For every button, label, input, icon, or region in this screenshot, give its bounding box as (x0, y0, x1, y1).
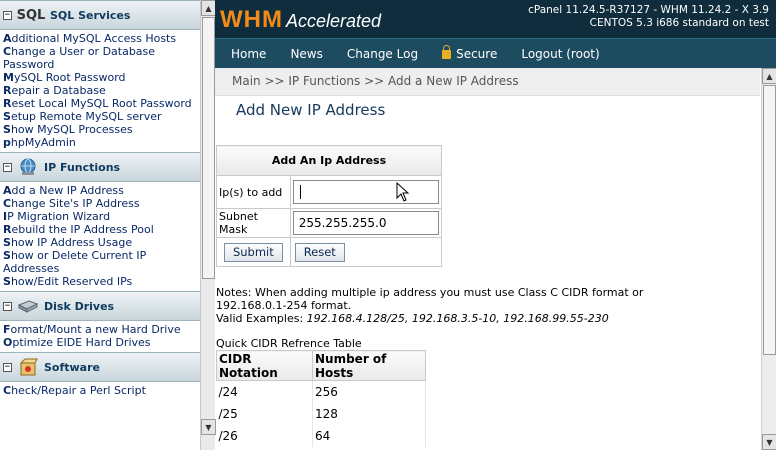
scrollbar-thumb[interactable] (202, 17, 215, 279)
nav-logout[interactable]: Logout (root) (521, 47, 599, 61)
ip-functions-links: Add a New IP Address Change Site's IP Ad… (0, 182, 200, 291)
table-cell: 128 (312, 402, 426, 425)
section-title: Software (44, 360, 100, 374)
sidebar-link[interactable]: Reset Local MySQL Root Password (3, 97, 200, 110)
subnet-input[interactable]: 255.255.255.0 (292, 211, 439, 235)
whm-logo: WHM Accelerated (220, 6, 382, 33)
notes-line: Notes: When adding multiple ip address y… (216, 286, 644, 299)
sidebar-link[interactable]: Rebuild the IP Address Pool (3, 223, 200, 236)
section-title: Disk Drives (44, 299, 115, 313)
collapse-icon[interactable]: − (3, 362, 12, 372)
table-row: /25 128 (216, 402, 426, 425)
section-header-software[interactable]: − Software (0, 352, 200, 382)
version-info: cPanel 11.24.5-R37127 - WHM 11.24.2 - X … (528, 4, 769, 30)
sidebar-link[interactable]: Show IP Address Usage (3, 236, 200, 249)
sidebar-link[interactable]: Setup Remote MySQL server (3, 110, 200, 123)
sidebar-link[interactable]: phpMyAdmin (3, 136, 200, 149)
sidebar-link[interactable]: Additional MySQL Access Hosts (3, 32, 200, 45)
sidebar-link[interactable]: Show or Delete Current IP Addresses (3, 249, 200, 275)
software-links: Check/Repair a Perl Script (0, 382, 200, 400)
collapse-icon[interactable]: − (3, 301, 12, 311)
scrollbar-thumb[interactable] (763, 85, 776, 355)
section-title: SQL Services (50, 8, 131, 22)
breadcrumb: Main >> IP Functions >> Add a New IP Add… (215, 68, 760, 96)
scroll-down-icon[interactable]: ▼ (201, 419, 216, 435)
table-cell: /24 (216, 380, 313, 403)
table-row: /24 256 (216, 380, 426, 403)
sidebar-link[interactable]: Check/Repair a Perl Script (3, 384, 200, 397)
version-line: cPanel 11.24.5-R37127 - WHM 11.24.2 - X … (528, 4, 769, 16)
disk-drives-links: Format/Mount a new Hard Drive Optimize E… (0, 321, 200, 352)
sql-icon-label: SQL (16, 7, 46, 23)
text-cursor (299, 185, 301, 199)
section-header-sql-services[interactable]: − SQL SQL Services (0, 0, 200, 30)
sidebar-link[interactable]: Change Site's IP Address (3, 197, 200, 210)
sidebar-link[interactable]: Format/Mount a new Hard Drive (3, 323, 200, 336)
table-row: /26 64 (216, 424, 426, 447)
sidebar-link[interactable]: Optimize EIDE Hard Drives (3, 336, 200, 349)
sidebar-link[interactable]: Add a New IP Address (3, 184, 200, 197)
add-ip-form: Add An Ip Address Ip(s) to add Subnet Ma… (216, 145, 443, 267)
sidebar-scrollbar[interactable]: ▲ ▼ (200, 0, 216, 450)
hard-drive-icon (16, 297, 40, 315)
top-nav: Home News Change Log Secure Logout (root… (215, 38, 776, 68)
page-content: Main >> IP Functions >> Add a New IP Add… (215, 68, 760, 450)
nav-secure[interactable]: Secure (442, 45, 497, 61)
section-header-ip-functions[interactable]: − IP Functions (0, 152, 200, 182)
sidebar-link[interactable]: IP Migration Wizard (3, 210, 200, 223)
nav-change-log[interactable]: Change Log (347, 47, 418, 61)
page-title: Add New IP Address (236, 101, 386, 119)
server-line: CENTOS 5.3 i686 standard on test (589, 17, 769, 29)
column-header: Number of Hosts (312, 350, 426, 381)
sidebar-link[interactable]: Show/Edit Reserved IPs (3, 275, 200, 288)
table-cell: 64 (312, 424, 426, 447)
table-cell: 256 (312, 380, 426, 403)
sql-icon: SQL (16, 6, 46, 24)
header-bar: WHM Accelerated cPanel 11.24.5-R37127 - W… (215, 0, 776, 38)
column-header: CIDR Notation (216, 350, 313, 381)
scroll-up-icon[interactable]: ▲ (201, 0, 216, 16)
scroll-down-icon[interactable]: ▼ (762, 434, 776, 450)
subnet-label: Subnet Mask (216, 208, 291, 238)
left-sidebar: − SQL SQL Services Additional MySQL Acce… (0, 0, 200, 450)
content-scrollbar[interactable]: ▲ ▼ (761, 68, 776, 450)
form-heading: Add An Ip Address (216, 145, 442, 176)
network-icon (16, 158, 40, 176)
table-cell: /25 (216, 402, 313, 425)
collapse-icon[interactable]: − (3, 10, 12, 20)
section-title: IP Functions (44, 160, 121, 174)
table-cell: /26 (216, 424, 313, 447)
notes-line: 192.168.0.1-254 format. (216, 299, 352, 312)
nav-news[interactable]: News (290, 47, 322, 61)
software-box-icon (16, 358, 40, 376)
main-frame: WHM Accelerated cPanel 11.24.5-R37127 - W… (215, 0, 776, 450)
lock-icon (442, 45, 452, 59)
scroll-up-icon[interactable]: ▲ (762, 68, 776, 84)
sidebar-link[interactable]: Show MySQL Processes (3, 123, 200, 136)
collapse-icon[interactable]: − (3, 162, 12, 172)
sidebar-link[interactable]: Repair a Database (3, 84, 200, 97)
valid-examples: Valid Examples: 192.168.4.128/25, 192.16… (216, 312, 609, 325)
section-header-disk-drives[interactable]: − Disk Drives (0, 291, 200, 321)
reset-button[interactable]: Reset (294, 242, 345, 262)
mouse-pointer-icon (396, 182, 409, 202)
notes: Notes: When adding multiple ip address y… (216, 286, 756, 325)
nav-home[interactable]: Home (231, 47, 266, 61)
ips-input[interactable] (292, 180, 439, 204)
sql-services-links: Additional MySQL Access Hosts Change a U… (0, 30, 200, 152)
cidr-table-caption: Quick CIDR Refrence Table (216, 337, 362, 350)
sidebar-link[interactable]: Change a User or Database Password (3, 45, 200, 71)
submit-button[interactable]: Submit (223, 242, 283, 262)
ips-label: Ip(s) to add (216, 175, 291, 209)
cidr-table: CIDR Notation Number of Hosts /24 256 /2… (216, 350, 426, 447)
sidebar-link[interactable]: MySQL Root Password (3, 71, 200, 84)
